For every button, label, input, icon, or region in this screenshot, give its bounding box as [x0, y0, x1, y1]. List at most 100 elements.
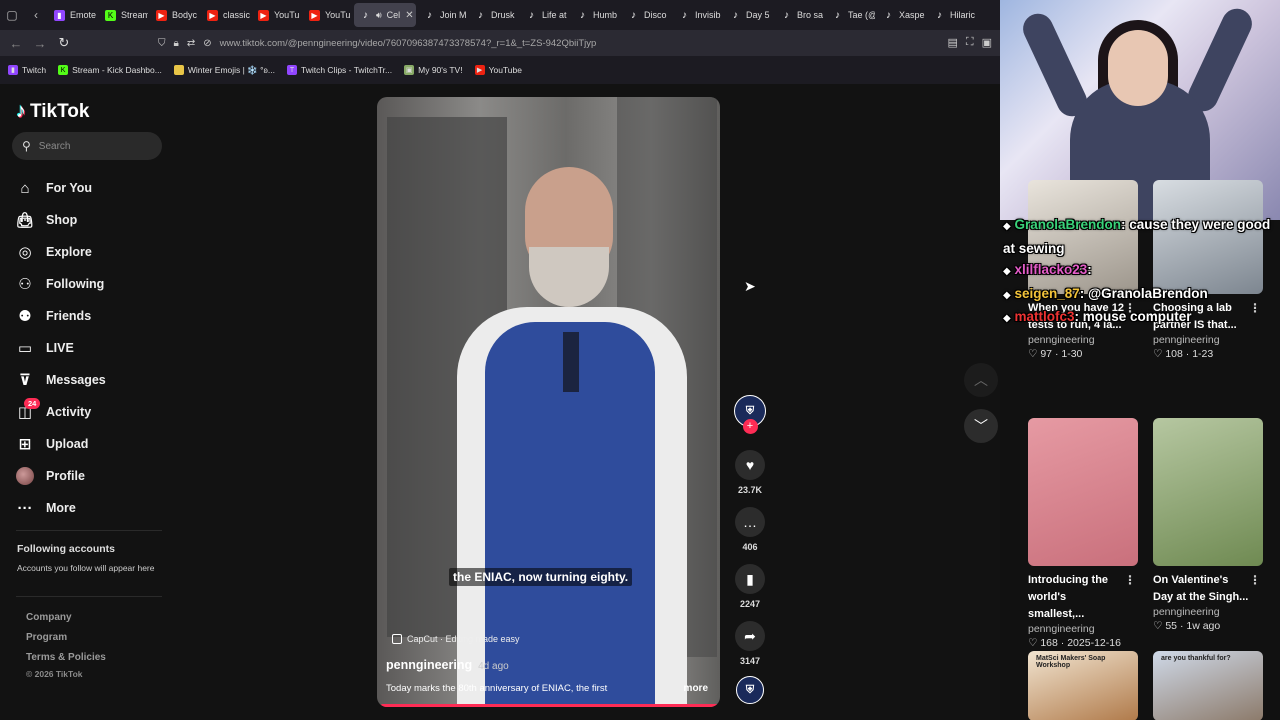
- related-meta: ♡ 55 · 1w ago: [1153, 620, 1221, 632]
- kick-favicon-icon: K: [105, 9, 116, 21]
- related-video-card[interactable]: are you thankful for?: [1153, 651, 1263, 720]
- browser-tab[interactable]: ▶ Bodyc: [150, 3, 199, 27]
- follow-plus-icon[interactable]: +: [742, 419, 758, 434]
- browser-tab[interactable]: ▮ Emote: [48, 3, 97, 27]
- bookmark-item[interactable]: T Twitch Clips - TwitchTr...: [286, 65, 392, 75]
- lock-icon[interactable]: 🔒︎: [174, 38, 179, 49]
- sidebar-item-shop[interactable]: 👜︎ Shop: [15, 204, 166, 236]
- creator-avatar-button[interactable]: ⛨ +: [733, 395, 767, 434]
- browser-tab[interactable]: ♪ Xaspe: [877, 3, 926, 27]
- browser-tab[interactable]: ♪ Life at: [520, 3, 569, 27]
- browser-tab[interactable]: ▶ classic: [201, 3, 250, 27]
- screenshot-icon[interactable]: ⛶: [966, 36, 974, 49]
- related-video-card[interactable]: MatSci Makers' Soap Workshop: [1028, 651, 1138, 720]
- related-likes: 55: [1165, 620, 1178, 632]
- sidebar-item-friends[interactable]: ⚉ Friends: [16, 300, 166, 332]
- browser-tab[interactable]: ♪ Hilaric: [928, 3, 977, 27]
- video-thumbnail[interactable]: [1153, 418, 1263, 566]
- reload-button[interactable]: ↻: [52, 35, 76, 51]
- tab-list-icon[interactable]: ▢: [0, 0, 24, 30]
- more-options-icon[interactable]: ⋮: [1124, 572, 1136, 589]
- related-author[interactable]: penngineering: [1153, 606, 1263, 618]
- video-thumbnail[interactable]: MatSci Makers' Soap Workshop: [1028, 651, 1138, 720]
- bookmark-item[interactable]: ▶ YouTube: [474, 65, 522, 75]
- url-bar[interactable]: ⛉ 🔒︎ ⇄ ⊘ www.tiktok.com/@penngineering/v…: [150, 33, 998, 53]
- sidebar-item-following[interactable]: ⚇ Following: [16, 268, 166, 300]
- url-text[interactable]: www.tiktok.com/@penngineering/video/7607…: [220, 38, 597, 49]
- related-title[interactable]: Introducing the world's smallest,... ⋮: [1028, 572, 1138, 623]
- related-title-text: Introducing the world's smallest,...: [1028, 574, 1109, 620]
- permissions-icon[interactable]: ⇄: [187, 38, 195, 49]
- browser-tab[interactable]: ♪ Tae (@: [826, 3, 875, 27]
- close-tab-icon[interactable]: ✕: [405, 10, 413, 21]
- extensions-icon[interactable]: ▣: [982, 36, 992, 49]
- next-video-button[interactable]: ﹀: [964, 409, 998, 443]
- speaker-icon[interactable]: 🔊︎: [376, 10, 382, 21]
- sound-disc-button[interactable]: ⛨: [733, 676, 767, 704]
- related-date: 1-30: [1061, 348, 1083, 360]
- bookmark-item[interactable]: K Stream - Kick Dashbo...: [58, 65, 162, 75]
- browser-tab[interactable]: ♪ 🔊︎ Cel ✕: [354, 3, 416, 27]
- related-title[interactable]: On Valentine's Day at the Singh... ⋮: [1153, 572, 1263, 606]
- related-video-card[interactable]: On Valentine's Day at the Singh... ⋮ pen…: [1153, 418, 1263, 632]
- search-input[interactable]: ⚲ Search: [12, 132, 162, 160]
- browser-tab[interactable]: ♪ Drusk: [469, 3, 518, 27]
- more-link[interactable]: more: [684, 683, 708, 694]
- save-button[interactable]: ▮ 2247: [733, 564, 767, 609]
- browser-tab[interactable]: ♪ Day 5: [724, 3, 773, 27]
- comment-button[interactable]: … 406: [733, 507, 767, 552]
- heart-outline-icon: ♡: [1028, 637, 1038, 649]
- back-button[interactable]: ←: [4, 36, 28, 51]
- sidebar-item-upload[interactable]: ⊞ Upload: [16, 428, 166, 460]
- reader-view-icon[interactable]: ▤: [947, 36, 957, 49]
- sidebar-item-profile[interactable]: Profile: [16, 460, 166, 492]
- tiktok-logo[interactable]: ♪ TikTok: [16, 100, 89, 123]
- browser-tab[interactable]: ▶ YouTu: [303, 3, 352, 27]
- browser-tab[interactable]: ♪ Bro sa: [775, 3, 824, 27]
- sidebar-item-activity[interactable]: ◫ 24 Activity: [16, 396, 166, 428]
- sidebar-item-explore[interactable]: ◎ Explore: [16, 236, 166, 268]
- sidebar-item-label: Friends: [46, 309, 92, 323]
- tab-scroll-left-icon[interactable]: ‹: [24, 0, 48, 30]
- video-thumbnail[interactable]: are you thankful for?: [1153, 651, 1263, 720]
- browser-tab[interactable]: ♪ Humb: [571, 3, 620, 27]
- bookmark-item[interactable]: Winter Emojis | ❄️ °ʚ...: [173, 65, 275, 76]
- video-thumbnail[interactable]: [1028, 418, 1138, 566]
- video-player[interactable]: the ENIAC, now turning eighty. CapCut · …: [377, 97, 720, 707]
- footer-link[interactable]: Program: [26, 632, 106, 652]
- shield-icon[interactable]: ⛉: [158, 38, 166, 49]
- sidebar-item-more[interactable]: ··· More: [16, 492, 166, 524]
- author-name[interactable]: penngineering: [386, 658, 472, 672]
- footer-link[interactable]: Company: [26, 612, 106, 632]
- sidebar-item-messages[interactable]: ⊽ Messages: [16, 364, 166, 396]
- search-icon: ⚲: [22, 139, 31, 153]
- video-progress-bar[interactable]: [381, 704, 720, 707]
- related-video-card[interactable]: Introducing the world's smallest,... ⋮ p…: [1028, 418, 1138, 649]
- sidebar-item-label: Profile: [46, 469, 85, 483]
- tab-bar: ▢ ‹ ▮ Emote K Stream ▶ Bodyc ▶ classic ▶ YouTu ▶ Yo…: [0, 0, 1000, 30]
- browser-tab[interactable]: ♪ Disco: [622, 3, 671, 27]
- prev-video-button[interactable]: ︿: [964, 363, 998, 397]
- browser-tab[interactable]: ▶ YouTu: [252, 3, 301, 27]
- related-likes: 97: [1040, 348, 1053, 360]
- more-options-icon[interactable]: ⋮: [1249, 572, 1261, 589]
- sidebar-item-for-you[interactable]: ⌂ For You: [16, 172, 166, 204]
- bookmark-item[interactable]: ▮ Twitch: [8, 65, 46, 75]
- forward-button[interactable]: →: [28, 36, 52, 51]
- bookmark-item[interactable]: ▣ My 90's TV!: [404, 65, 463, 75]
- browser-tab[interactable]: ♪ Join M: [418, 3, 467, 27]
- chat-badge-icon: ◆: [1003, 266, 1011, 277]
- capcut-tag[interactable]: CapCut · Editing made easy: [392, 634, 520, 644]
- no-autoplay-icon[interactable]: ⊘: [203, 38, 211, 49]
- related-author[interactable]: penngineering: [1153, 334, 1263, 346]
- related-author[interactable]: penngineering: [1028, 334, 1138, 346]
- related-author[interactable]: penngineering: [1028, 623, 1138, 635]
- share-arrow-icon: ➦: [735, 621, 765, 651]
- like-button[interactable]: ♥ 23.7K: [733, 450, 767, 495]
- browser-tab[interactable]: ♪ Invisib: [673, 3, 722, 27]
- share-button[interactable]: ➦ 3147: [733, 621, 767, 666]
- chevron-down-icon: ﹀: [974, 418, 988, 434]
- browser-tab[interactable]: K Stream: [99, 3, 148, 27]
- tiktok-favicon-icon: ♪: [682, 9, 687, 21]
- sidebar-item-live[interactable]: ▭ LIVE: [16, 332, 166, 364]
